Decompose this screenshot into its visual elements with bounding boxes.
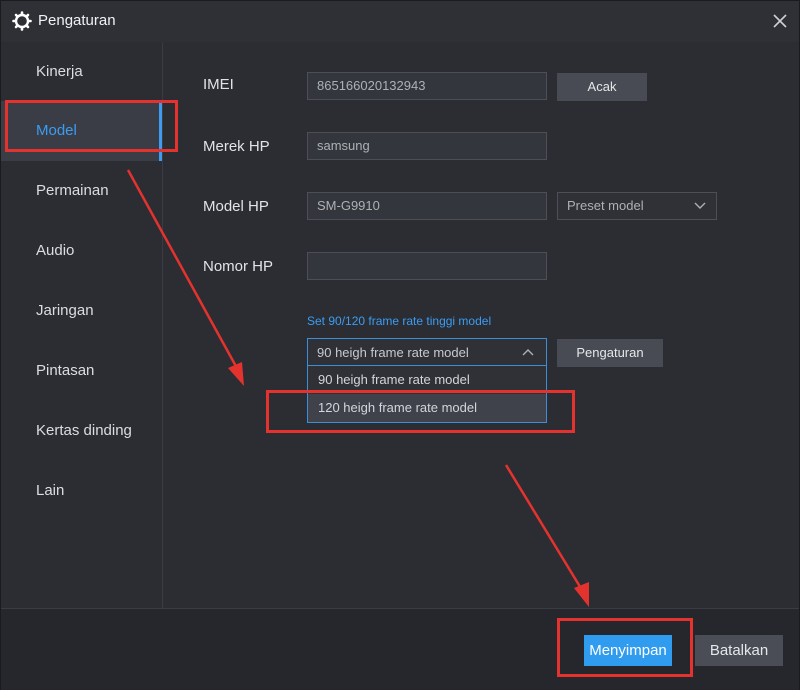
sidebar-item-model[interactable]: Model bbox=[1, 101, 162, 161]
gear-icon bbox=[12, 11, 32, 31]
framerate-select[interactable]: 90 heigh frame rate model bbox=[308, 339, 546, 366]
sidebar-item-kinerja[interactable]: Kinerja bbox=[1, 42, 162, 102]
save-button[interactable]: Menyimpan bbox=[584, 635, 672, 666]
model-label: Model HP bbox=[203, 198, 269, 215]
framerate-option-120[interactable]: 120 heigh frame rate model bbox=[308, 394, 546, 422]
phone-label: Nomor HP bbox=[203, 258, 274, 275]
model-field[interactable]: SM-G9910 bbox=[307, 192, 547, 220]
sidebar-item-audio[interactable]: Audio bbox=[1, 221, 162, 281]
brand-label: Merek HP bbox=[203, 138, 270, 155]
brand-field[interactable]: samsung bbox=[307, 132, 547, 160]
settings-sidebar: Kinerja Model Permainan Audio Jaringan P… bbox=[1, 42, 163, 608]
framerate-settings-button[interactable]: Pengaturan bbox=[557, 339, 663, 367]
close-icon[interactable] bbox=[768, 9, 792, 33]
sidebar-item-kertas-dinding[interactable]: Kertas dinding bbox=[1, 401, 162, 461]
chevron-down-icon bbox=[694, 202, 706, 209]
framerate-selected: 90 heigh frame rate model bbox=[317, 345, 469, 360]
preset-model-label: Preset model bbox=[567, 198, 644, 213]
preset-model-select[interactable]: Preset model bbox=[557, 192, 717, 220]
imei-field[interactable]: 865166020132943 bbox=[307, 72, 547, 100]
imei-label: IMEI bbox=[203, 76, 234, 93]
chevron-up-icon bbox=[522, 349, 534, 356]
window-title: Pengaturan bbox=[38, 12, 116, 29]
randomize-button[interactable]: Acak bbox=[557, 73, 647, 101]
sidebar-item-permainan[interactable]: Permainan bbox=[1, 161, 162, 221]
settings-window: Pengaturan Kinerja Model Permainan Audio… bbox=[0, 0, 800, 690]
framerate-dropdown[interactable]: 90 heigh frame rate model 90 heigh frame… bbox=[307, 338, 547, 423]
title-bar: Pengaturan bbox=[1, 1, 799, 42]
sidebar-item-pintasan[interactable]: Pintasan bbox=[1, 341, 162, 401]
framerate-link[interactable]: Set 90/120 frame rate tinggi model bbox=[307, 314, 491, 328]
sidebar-item-lain[interactable]: Lain bbox=[1, 461, 162, 521]
sidebar-item-jaringan[interactable]: Jaringan bbox=[1, 281, 162, 341]
framerate-option-90[interactable]: 90 heigh frame rate model bbox=[308, 366, 546, 394]
cancel-button[interactable]: Batalkan bbox=[695, 635, 783, 666]
phone-field[interactable] bbox=[307, 252, 547, 280]
footer bbox=[1, 608, 799, 690]
